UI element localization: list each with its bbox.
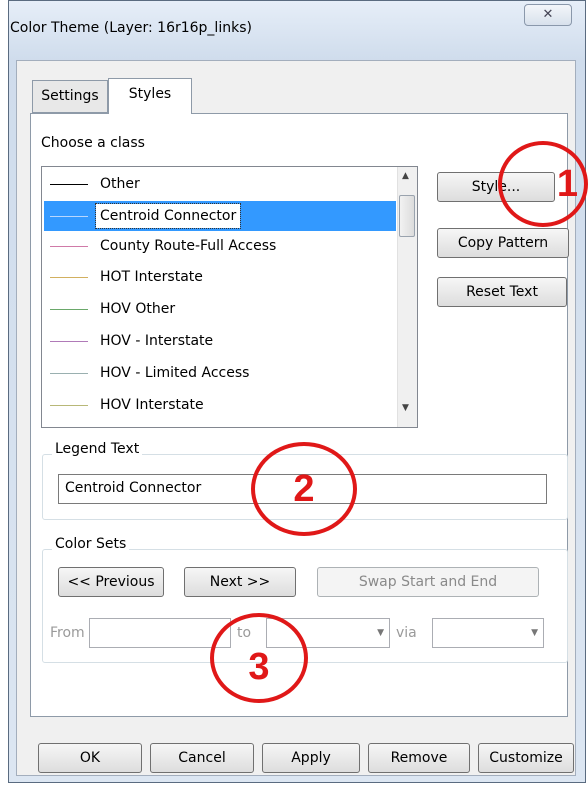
choose-class-label: Choose a class [41, 135, 145, 151]
line-style-swatch [50, 277, 88, 278]
list-item-label: HOT Interstate [100, 269, 203, 285]
via-select[interactable]: ▼ [432, 618, 544, 648]
list-item-label: HOV - Interstate [100, 333, 214, 349]
copy-pattern-button[interactable]: Copy Pattern [437, 228, 569, 258]
annotation-number: 1 [556, 163, 578, 205]
list-item[interactable]: County Route-Full Access [44, 231, 396, 261]
list-item[interactable]: HOT Interstate [44, 262, 396, 292]
color-sets-label: Color Sets [52, 536, 130, 552]
list-item[interactable]: HOV Interstate [44, 390, 396, 420]
chevron-down-icon: ▼ [377, 628, 384, 638]
list-item[interactable]: HOV - Limited Access [44, 358, 396, 388]
close-button[interactable]: ✕ [524, 4, 572, 26]
ok-button[interactable]: OK [38, 743, 142, 773]
annotation-number: 2 [293, 468, 315, 510]
window-title: Color Theme (Layer: 16r16p_links) [10, 20, 252, 36]
list-item-label: HOV - Limited Access [100, 365, 250, 381]
line-style-swatch [50, 405, 88, 406]
legend-text-label: Legend Text [52, 441, 143, 457]
line-style-swatch [50, 373, 88, 374]
customize-button[interactable]: Customize [478, 743, 574, 773]
line-style-swatch [50, 216, 88, 217]
list-item-label: HOV Other [100, 301, 176, 317]
cancel-button[interactable]: Cancel [150, 743, 254, 773]
via-label: via [396, 625, 417, 641]
from-select[interactable] [89, 618, 231, 648]
list-item-label: HOV Interstate [100, 397, 204, 413]
annotation-circle-2: 2 [251, 442, 357, 536]
tab-settings[interactable]: Settings [32, 80, 108, 113]
line-style-swatch [50, 341, 88, 342]
scroll-down-icon[interactable]: ▼ [402, 403, 409, 413]
class-listbox[interactable]: Other Centroid Connector County Route-Fu… [41, 166, 418, 428]
list-item-label: County Route-Full Access [100, 238, 277, 254]
list-item-label: Other [100, 176, 140, 192]
apply-button[interactable]: Apply [262, 743, 360, 773]
reset-text-button[interactable]: Reset Text [437, 277, 567, 307]
previous-button[interactable]: << Previous [58, 567, 164, 597]
scroll-up-icon[interactable]: ▲ [402, 171, 409, 181]
annotation-number: 3 [248, 646, 270, 688]
line-style-swatch [50, 184, 88, 185]
annotation-circle-1: 1 [498, 141, 588, 227]
line-style-swatch [50, 309, 88, 310]
list-item[interactable]: HOV Other [44, 294, 396, 324]
annotation-circle-3: 3 [210, 613, 308, 703]
scrollbar-thumb[interactable] [399, 195, 415, 237]
next-button[interactable]: Next >> [184, 567, 296, 597]
line-style-swatch [50, 246, 88, 247]
list-item[interactable]: Other [44, 169, 396, 199]
close-icon: ✕ [542, 7, 554, 22]
list-item-label: Centroid Connector [94, 203, 242, 229]
swap-start-end-button[interactable]: Swap Start and End [317, 567, 539, 597]
list-item[interactable]: HOV - Interstate [44, 326, 396, 356]
list-item-selected[interactable]: Centroid Connector [44, 201, 396, 231]
chevron-down-icon: ▼ [531, 628, 538, 638]
from-label: From [50, 625, 85, 641]
list-scrollbar[interactable]: ▲ ▼ [397, 167, 417, 427]
tab-styles[interactable]: Styles [108, 78, 192, 114]
remove-button[interactable]: Remove [368, 743, 470, 773]
